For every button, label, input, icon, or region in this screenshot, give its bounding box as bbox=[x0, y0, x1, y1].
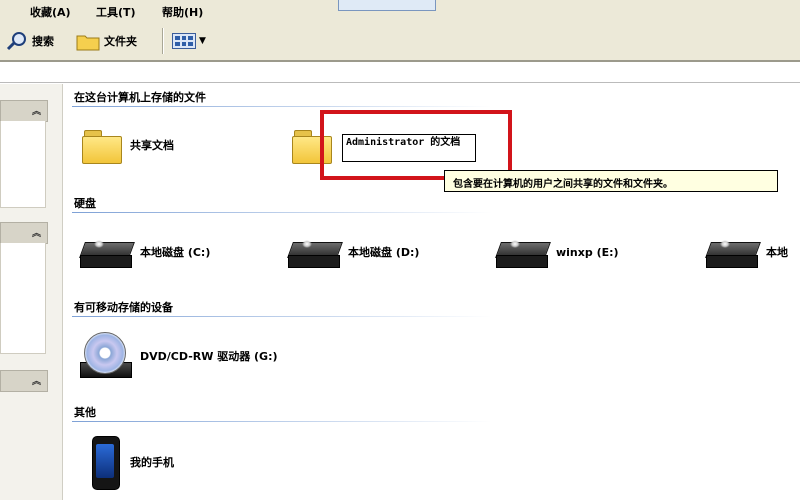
window-title-fragment bbox=[338, 0, 436, 11]
section-heading-hard-drives: 硬盘 bbox=[74, 197, 96, 210]
phone-icon bbox=[88, 436, 122, 490]
task-pane-body bbox=[0, 121, 46, 208]
folder-icon bbox=[76, 35, 100, 51]
shared-documents-label: 共享文档 bbox=[130, 139, 174, 152]
divider bbox=[72, 421, 492, 422]
dvd-drive-label: DVD/CD-RW 驱动器 (G:) bbox=[140, 350, 278, 363]
search-button[interactable]: 搜索 bbox=[6, 30, 54, 52]
section-heading-stored-files: 在这台计算机上存储的文件 bbox=[74, 91, 206, 104]
drive-label: 本地磁盘 (D:) bbox=[348, 246, 420, 259]
menu-favorites[interactable]: 收藏(A) bbox=[30, 4, 71, 20]
hard-drive-icon bbox=[495, 238, 551, 268]
task-pane: ︽ ︽ ︽ bbox=[0, 84, 63, 500]
chevron-up-icon: ︽ bbox=[31, 107, 41, 117]
section-heading-other: 其他 bbox=[74, 406, 96, 419]
task-pane-header[interactable]: ︽ bbox=[0, 100, 48, 122]
hard-drive-icon bbox=[705, 238, 761, 268]
chevron-down-icon: ▼ bbox=[199, 36, 206, 46]
shared-documents-folder[interactable]: 共享文档 bbox=[82, 130, 174, 164]
menu-tools[interactable]: 工具(T) bbox=[96, 4, 136, 20]
search-label: 搜索 bbox=[32, 35, 54, 48]
views-button[interactable]: ▼ bbox=[172, 30, 206, 52]
chevron-up-icon: ︽ bbox=[31, 377, 41, 387]
dvd-drive-icon bbox=[80, 332, 132, 382]
views-icon bbox=[172, 33, 196, 49]
folders-label: 文件夹 bbox=[104, 35, 137, 48]
address-strip bbox=[0, 62, 800, 83]
task-pane-body bbox=[0, 243, 46, 354]
drive-f[interactable]: 本地 bbox=[705, 238, 788, 268]
divider bbox=[72, 212, 492, 213]
task-pane-header[interactable]: ︽ bbox=[0, 222, 48, 244]
my-phone-label: 我的手机 bbox=[130, 456, 174, 469]
divider bbox=[72, 316, 492, 317]
drive-d[interactable]: 本地磁盘 (D:) bbox=[287, 238, 420, 268]
folder-tooltip: 包含要在计算机的用户之间共享的文件和文件夹。 bbox=[444, 170, 778, 192]
divider bbox=[72, 106, 492, 107]
menu-help[interactable]: 帮助(H) bbox=[162, 4, 203, 20]
dvd-drive[interactable]: DVD/CD-RW 驱动器 (G:) bbox=[80, 332, 280, 382]
toolbar: 搜索 文件夹 ▼ bbox=[0, 22, 800, 62]
drive-label: winxp (E:) bbox=[556, 246, 619, 259]
folder-icon bbox=[82, 130, 122, 164]
hard-drive-icon bbox=[287, 238, 343, 268]
drive-label: 本地 bbox=[766, 246, 788, 259]
search-icon bbox=[6, 32, 26, 51]
chevron-up-icon: ︽ bbox=[31, 229, 41, 239]
my-phone[interactable]: 我的手机 bbox=[88, 436, 174, 490]
hard-drive-icon bbox=[79, 238, 135, 268]
drive-e[interactable]: winxp (E:) bbox=[495, 238, 619, 268]
drive-label: 本地磁盘 (C:) bbox=[140, 246, 211, 259]
drive-c[interactable]: 本地磁盘 (C:) bbox=[79, 238, 211, 268]
menu-bar: 收藏(A) 工具(T) 帮助(H) bbox=[0, 0, 800, 23]
toolbar-separator bbox=[162, 28, 164, 54]
folders-button[interactable]: 文件夹 bbox=[76, 30, 137, 52]
task-pane-header[interactable]: ︽ bbox=[0, 370, 48, 392]
section-heading-removable: 有可移动存储的设备 bbox=[74, 301, 173, 314]
